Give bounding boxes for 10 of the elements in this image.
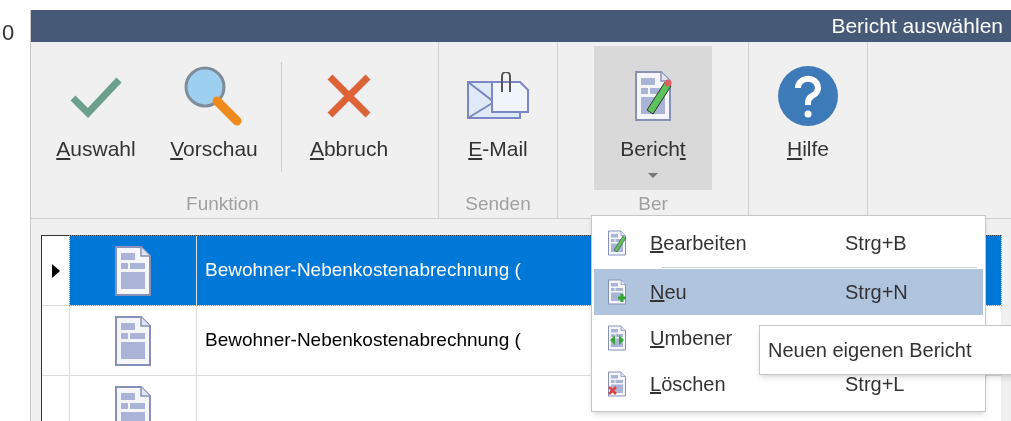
tooltip: Neuen eigenen Bericht	[759, 325, 1011, 375]
shortcut-text: Strg+L	[845, 372, 905, 397]
group-label: Funktion	[186, 191, 259, 216]
group-label: Ber	[638, 191, 668, 216]
group-label: Senden	[465, 191, 531, 216]
table-cell-text: Bewohner-Nebenkostenabrechnung (	[205, 328, 521, 353]
table-cell-text: Bewohner-Nebenkostenabrechnung (	[205, 258, 521, 283]
background-text: 0	[2, 19, 16, 47]
shortcut-text: Strg+N	[845, 280, 908, 305]
window-title: Bericht auswählen	[831, 13, 1003, 39]
